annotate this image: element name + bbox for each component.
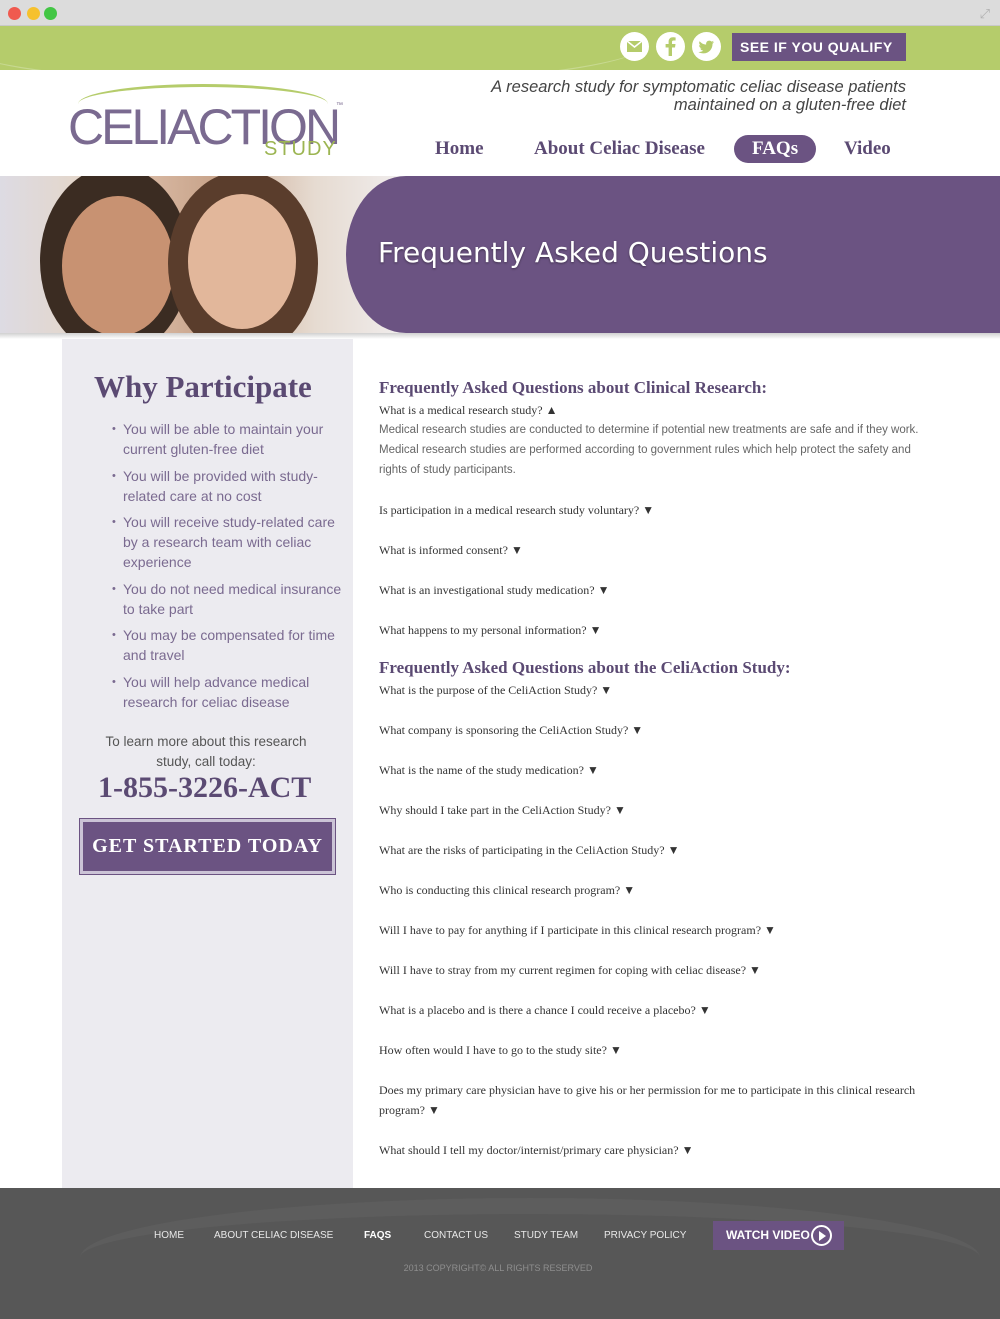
faq-section-clinical-research-title: Frequently Asked Questions about Clinica… xyxy=(379,378,768,397)
tagline: A research study for symptomatic celiac … xyxy=(491,78,906,114)
list-item: You will help advance medical research f… xyxy=(112,672,352,712)
nav-home[interactable]: Home xyxy=(435,138,484,160)
decorative-swoosh xyxy=(0,26,650,70)
watch-video-button[interactable]: WATCH VIDEO xyxy=(713,1221,844,1250)
close-window-button[interactable] xyxy=(8,7,21,20)
nav-about-celiac-disease[interactable]: About Celiac Disease xyxy=(534,138,705,160)
hero-banner: Frequently Asked Questions xyxy=(0,176,1000,333)
tagline-line2: maintained on a gluten-free diet xyxy=(673,96,906,114)
maximize-window-button[interactable] xyxy=(44,7,57,20)
list-item: You will be able to maintain your curren… xyxy=(112,419,352,459)
minimize-window-button[interactable] xyxy=(27,7,40,20)
footer-nav-contact-us[interactable]: CONTACT US xyxy=(424,1230,488,1241)
fullscreen-icon[interactable]: ⤢ xyxy=(980,6,990,22)
nav-video[interactable]: Video xyxy=(844,138,891,160)
see-if-you-qualify-button[interactable]: SEE IF YOU QUALIFY ▶ xyxy=(732,33,906,70)
learn-more-text: To learn more about this research study,… xyxy=(105,734,307,769)
faq-question[interactable]: Will I have to stray from my current reg… xyxy=(379,960,919,980)
faq-question[interactable]: What is an investigational study medicat… xyxy=(379,580,919,600)
footer-nav-privacy-policy[interactable]: PRIVACY POLICY xyxy=(604,1230,686,1241)
faq-question[interactable]: What is the purpose of the CeliAction St… xyxy=(379,680,919,700)
faq-question[interactable]: What are the risks of participating in t… xyxy=(379,840,919,860)
footer-swoosh xyxy=(80,1198,980,1318)
site-header: CELIACTION ™ STUDY A research study for … xyxy=(0,70,1000,176)
twitter-icon[interactable] xyxy=(692,32,721,61)
faq-question[interactable]: Will I have to pay for anything if I par… xyxy=(379,920,919,940)
faq-question[interactable]: Why should I take part in the CeliAction… xyxy=(379,800,919,820)
watch-video-label: WATCH VIDEO xyxy=(726,1228,810,1242)
logo-subtitle: STUDY xyxy=(264,138,337,160)
copyright: 2013 COPYRIGHT© ALL RIGHTS RESERVED xyxy=(403,1263,593,1273)
play-icon xyxy=(811,1225,832,1246)
faq-answer: Medical research studies are conducted t… xyxy=(379,424,919,476)
faq-question[interactable]: What happens to my personal information?… xyxy=(379,620,919,640)
faq-question[interactable]: What is the name of the study medication… xyxy=(379,760,919,780)
faq-question[interactable]: What is informed consent? ▼ xyxy=(379,540,919,560)
browser-chrome: ⤢ xyxy=(0,0,1000,26)
faq-question[interactable]: How often would I have to go to the stud… xyxy=(379,1040,919,1060)
faq-question[interactable]: Does my primary care physician have to g… xyxy=(379,1080,919,1120)
faq-question[interactable]: Is participation in a medical research s… xyxy=(379,500,919,520)
logo-trademark: ™ xyxy=(336,102,343,109)
phone-number[interactable]: 1-855-3226-ACT xyxy=(98,771,311,805)
list-item: You do not need medical insurance to tak… xyxy=(112,579,352,619)
list-item: You may be compensated for time and trav… xyxy=(112,625,352,665)
faq-question[interactable]: Who is conducting this clinical research… xyxy=(379,880,919,900)
nav-faqs[interactable]: FAQs xyxy=(734,135,817,163)
faq-section-celiaction-study-title: Frequently Asked Questions about the Cel… xyxy=(379,658,791,677)
get-started-button[interactable]: GET STARTED TODAY xyxy=(79,818,336,875)
page-title: Frequently Asked Questions xyxy=(378,236,768,269)
faq-question[interactable]: What is a placebo and is there a chance … xyxy=(379,1000,919,1020)
footer-nav-home[interactable]: HOME xyxy=(154,1230,184,1241)
tagline-line1: A research study for symptomatic celiac … xyxy=(491,78,906,96)
sidebar-title: Why Participate xyxy=(94,369,312,404)
footer-nav-study-team[interactable]: STUDY TEAM xyxy=(514,1230,578,1241)
top-bar: SEE IF YOU QUALIFY ▶ xyxy=(0,26,1000,70)
list-item: You will be provided with study-related … xyxy=(112,466,352,506)
footer-nav-faqs[interactable]: FAQS xyxy=(364,1230,391,1241)
site-footer: HOME ABOUT CELIAC DISEASE FAQS CONTACT U… xyxy=(0,1188,1000,1319)
list-item: You will receive study-related care by a… xyxy=(112,512,352,572)
facebook-icon[interactable] xyxy=(656,32,685,61)
email-icon[interactable] xyxy=(620,32,649,61)
faq-question[interactable]: What company is sponsoring the CeliActio… xyxy=(379,720,919,740)
celiaction-logo[interactable]: CELIACTION ™ STUDY xyxy=(68,80,348,170)
why-participate-sidebar: Why Participate You will be able to main… xyxy=(62,339,353,1188)
faq-question-expanded[interactable]: What is a medical research study? ▲ xyxy=(379,400,919,420)
faq-question[interactable]: What should I tell my doctor/internist/p… xyxy=(379,1140,919,1160)
footer-nav-about-celiac-disease[interactable]: ABOUT CELIAC DISEASE xyxy=(214,1230,333,1241)
benefits-list: You will be able to maintain your curren… xyxy=(112,419,352,718)
